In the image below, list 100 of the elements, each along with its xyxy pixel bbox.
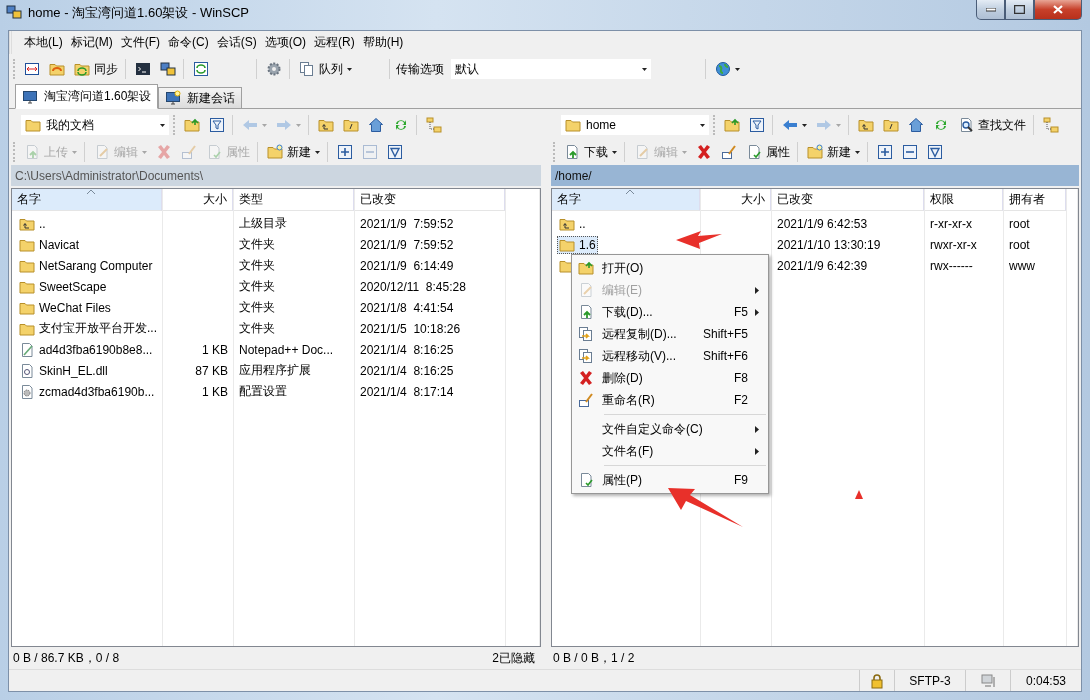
plus-icon — [877, 144, 893, 160]
file-type: Notepad++ Doc... — [239, 342, 334, 357]
new-button[interactable]: 新建 — [264, 141, 323, 163]
search-icon — [958, 117, 974, 133]
folder-icon — [25, 117, 41, 133]
menu-item[interactable]: 标记(M) — [66, 32, 117, 53]
context-menu-item[interactable]: 重命名(R) F2 — [574, 389, 766, 411]
download-button[interactable]: 下载 — [561, 141, 620, 163]
parent-folder-icon — [318, 117, 334, 133]
session-tab[interactable]: 淘宝湾问道1.60架设 — [15, 84, 159, 109]
file-name[interactable]: 1.6 — [557, 235, 598, 254]
globe-icon — [715, 61, 731, 77]
upload-icon — [24, 144, 40, 160]
transfer-preset-dropdown[interactable]: 默认 — [451, 59, 651, 79]
file-name[interactable]: ad4d3fba6190b8e8... — [17, 340, 155, 359]
open-folder-icon — [578, 260, 594, 276]
select-icon — [387, 144, 403, 160]
context-menu-item[interactable]: 文件自定义命令(C) — [574, 418, 766, 440]
menu-item[interactable]: 远程(R) — [310, 32, 359, 53]
column-header[interactable]: 名字 — [12, 189, 162, 211]
file-size: 1 KB — [202, 342, 228, 357]
tree-button[interactable] — [1040, 114, 1062, 136]
file-changed: 2021/1/10 13:30:19 — [777, 237, 881, 252]
column-header[interactable]: 大小 — [163, 189, 233, 211]
caret-icon — [160, 123, 165, 127]
file-name[interactable]: .. — [557, 214, 588, 233]
file-name[interactable]: SkinH_EL.dll — [17, 361, 110, 380]
delete-icon — [156, 144, 172, 160]
home-icon — [368, 117, 384, 133]
file-size: 87 KB — [195, 363, 228, 378]
file-type: 上级目录 — [239, 215, 287, 232]
filter-icon — [749, 117, 765, 133]
column-header[interactable]: 已改变 — [355, 189, 505, 211]
context-menu-item[interactable]: 属性(P) F9 — [574, 469, 766, 491]
location-dropdown[interactable]: home — [561, 115, 709, 135]
column-header[interactable]: 权限 — [925, 189, 1003, 211]
column-header[interactable]: 名字 — [552, 189, 700, 211]
file-changed: 2021/1/9 6:14:49 — [360, 258, 454, 273]
file-name[interactable]: SweetScape — [17, 277, 109, 296]
context-menu-item[interactable]: 远程复制(D)... Shift+F5 — [574, 323, 766, 345]
caret-icon — [700, 123, 705, 127]
minus-icon — [362, 144, 378, 160]
compare-icon — [24, 61, 40, 77]
file-name[interactable]: Navicat — [17, 235, 81, 254]
new-button[interactable]: 新建 — [804, 141, 863, 163]
queue-button[interactable]: 队列 — [296, 58, 355, 80]
refresh-icon — [933, 117, 949, 133]
file-type: 文件夹 — [239, 299, 275, 316]
context-menu-item[interactable]: 删除(D) F8 — [574, 367, 766, 389]
file-icon — [19, 383, 35, 400]
back-arrow-icon — [782, 117, 798, 133]
hidden-count: 2已隐藏 — [492, 649, 535, 667]
column-header[interactable]: 拥有者 — [1004, 189, 1066, 211]
find-files-button[interactable]: 查找文件 — [955, 114, 1029, 136]
file-name[interactable]: NetSarang Computer — [17, 256, 155, 275]
file-name[interactable]: 支付宝开放平台开发... — [17, 319, 159, 338]
menu-item[interactable]: 本地(L) — [20, 32, 67, 53]
file-owner: root — [1009, 216, 1030, 231]
file-changed: 2021/1/9 7:59:52 — [360, 216, 454, 231]
menu-item[interactable]: 会话(S) — [212, 32, 261, 53]
close-button[interactable] — [1034, 0, 1082, 20]
move-icon — [578, 348, 594, 364]
location-dropdown[interactable]: 我的文档 — [21, 115, 169, 135]
properties-button[interactable]: 属性 — [743, 141, 793, 163]
context-menu-item[interactable]: 打开(O) — [574, 257, 766, 279]
open-folder-icon — [184, 117, 200, 133]
session-tab[interactable]: 新建会话 — [158, 87, 243, 109]
tree-button[interactable] — [423, 114, 445, 136]
file-type: 文件夹 — [239, 236, 275, 253]
file-name[interactable]: zcmad4d3fba6190b... — [17, 382, 157, 401]
file-changed: 2021/1/4 8:17:14 — [360, 384, 454, 399]
close-icon — [1053, 5, 1063, 14]
context-menu-item[interactable]: 远程移动(V)... Shift+F6 — [574, 345, 766, 367]
column-header[interactable]: 已改变 — [772, 189, 924, 211]
parent-folder-icon — [858, 117, 874, 133]
column-header[interactable]: 大小 — [701, 189, 771, 211]
lock-icon — [869, 672, 885, 689]
minimize-button[interactable] — [976, 0, 1005, 20]
file-name[interactable]: .. — [17, 214, 48, 233]
annotation-arrow — [855, 490, 863, 499]
forward-arrow-icon — [276, 117, 292, 133]
documents-icon — [299, 61, 315, 77]
file-name[interactable]: WeChat Files — [17, 298, 113, 317]
new-folder-icon — [267, 144, 283, 160]
copy-icon — [578, 326, 594, 342]
file-changed: 2021/1/8 4:41:54 — [360, 300, 454, 315]
synchronize-button[interactable]: 同步 — [71, 58, 121, 80]
menu-item[interactable]: 命令(C) — [164, 32, 213, 53]
folder-icon — [565, 117, 581, 133]
maximize-button[interactable] — [1005, 0, 1034, 20]
gear-icon — [266, 61, 282, 77]
context-menu-item[interactable]: 下载(D)... F5 — [574, 301, 766, 323]
file-rights: rwx------ — [930, 258, 973, 273]
computers-icon — [160, 61, 176, 77]
menu-item[interactable]: 文件(F) — [116, 32, 164, 53]
menu-item[interactable]: 帮助(H) — [358, 32, 408, 53]
back-arrow-icon — [242, 117, 258, 133]
column-header[interactable]: 类型 — [234, 189, 354, 211]
context-menu-item[interactable]: 文件名(F) — [574, 440, 766, 462]
menu-item[interactable]: 选项(O) — [260, 32, 310, 53]
